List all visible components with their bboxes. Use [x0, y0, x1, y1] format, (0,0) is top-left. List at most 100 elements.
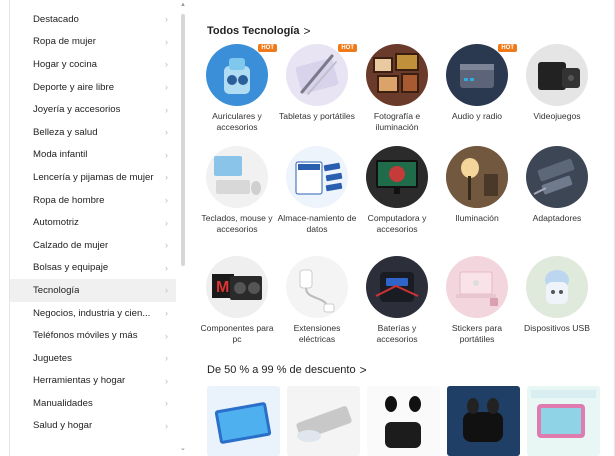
category-stickers[interactable]: Stickers para portátiles: [437, 256, 517, 345]
discount-title: De 50 % a 99 % de descuento: [207, 364, 356, 376]
adapter-icon: [526, 146, 588, 208]
category-almacenamiento[interactable]: Almace-namiento de datos: [277, 146, 357, 235]
hot-badge: HOT: [338, 44, 357, 52]
chevron-right-icon: ›: [165, 240, 168, 251]
game-console-icon: [526, 44, 588, 106]
sidebar-item-bolsas[interactable]: Bolsas y equipaje ›: [10, 257, 176, 280]
category-label: Auriculares y accesorios: [212, 111, 262, 132]
sidebar-item-label: Joyería y accesorios: [33, 104, 121, 116]
chevron-right-icon: ›: [165, 217, 168, 228]
kids-tablet-product-icon: [527, 386, 600, 456]
sidebar-item-calzado[interactable]: Calzado de mujer ›: [10, 234, 176, 257]
category-auriculares[interactable]: HOT Auriculares y accesorios: [197, 44, 277, 133]
sidebar-item-hogar-y-cocina[interactable]: Hogar y cocina ›: [10, 53, 176, 76]
category-videojuegos[interactable]: Videojuegos: [517, 44, 597, 122]
earbuds-icon: [206, 44, 268, 106]
sidebar-item-belleza[interactable]: Belleza y salud ›: [10, 121, 176, 144]
chevron-right-icon: ›: [165, 82, 168, 93]
power-strip-icon: [286, 256, 348, 318]
category-label: Stickers para portátiles: [451, 323, 503, 344]
graphics-card-icon: M: [206, 256, 268, 318]
sidebar-item-label: Negocios, industria y cien...: [33, 307, 151, 319]
gaming-earbuds-product-icon: [447, 386, 520, 456]
category-tabletas[interactable]: HOT Tabletas y portátiles: [277, 44, 357, 122]
chevron-right-icon: ›: [165, 308, 168, 319]
discount-title-link[interactable]: De 50 % a 99 % de descuento >: [207, 363, 367, 377]
sidebar-item-destacado[interactable]: Destacado ›: [10, 8, 176, 31]
hot-badge: HOT: [498, 44, 517, 52]
chevron-right-icon: ›: [165, 36, 168, 47]
stylus-tablet-icon: [286, 44, 348, 106]
sidebar-item-negocios[interactable]: Negocios, industria y cien... ›: [10, 302, 176, 325]
scroll-thumb[interactable]: [181, 14, 185, 266]
category-label: Computadora y accesorios: [367, 213, 427, 234]
sidebar-item-ropa-de-hombre[interactable]: Ropa de hombre ›: [10, 189, 176, 212]
sidebar-item-telefonos[interactable]: Teléfonos móviles y más ›: [10, 324, 176, 347]
sidebar-item-herramientas[interactable]: Herramientas y hogar ›: [10, 370, 176, 393]
category-adaptadores[interactable]: Adaptadores: [517, 146, 597, 224]
sidebar-item-automotriz[interactable]: Automotriz ›: [10, 211, 176, 234]
product-card[interactable]: [367, 386, 440, 456]
section-title-link[interactable]: Todos Tecnología >: [207, 24, 311, 38]
category-label: Almace-namiento de datos: [277, 213, 357, 234]
sidebar-item-label: Belleza y salud: [33, 126, 98, 138]
chevron-right-icon: ›: [165, 14, 168, 25]
sidebar-item-label: Teléfonos móviles y más: [33, 330, 138, 342]
category-label: Adaptadores: [532, 213, 582, 223]
chevron-right-icon: ›: [165, 420, 168, 431]
chevron-right-icon: ›: [165, 172, 168, 183]
scroll-down-icon[interactable]: ⌄: [180, 444, 186, 452]
sidebar-item-manualidades[interactable]: Manualidades ›: [10, 392, 176, 415]
category-componentes[interactable]: M Componentes para pc: [197, 256, 277, 345]
sidebar-item-deporte[interactable]: Deporte y aire libre ›: [10, 76, 176, 99]
storage-icon: [286, 146, 348, 208]
product-card[interactable]: [207, 386, 280, 456]
category-audio-radio[interactable]: HOT Audio y radio: [437, 44, 517, 122]
category-teclados[interactable]: Teclados, mouse y accesorios: [197, 146, 277, 235]
earbuds-product-icon: [367, 386, 440, 456]
tablet-product-icon: [207, 386, 280, 456]
sidebar-item-salud[interactable]: Salud y hogar ›: [10, 415, 176, 438]
sidebar-item-tecnologia[interactable]: Tecnología ›: [10, 279, 176, 302]
category-dispositivos-usb[interactable]: Dispositivos USB: [517, 256, 597, 334]
chevron-right-icon: ›: [165, 104, 168, 115]
laptop-sticker-icon: [446, 256, 508, 318]
product-card[interactable]: [527, 386, 600, 456]
svg-text:M: M: [216, 279, 229, 296]
category-iluminacion[interactable]: Iluminación: [437, 146, 517, 224]
category-extensiones[interactable]: Extensiones eléctricas: [277, 256, 357, 345]
chevron-right-icon: ›: [165, 285, 168, 296]
sidebar-item-joyeria[interactable]: Joyería y accesorios ›: [10, 98, 176, 121]
category-label: Audio y radio: [451, 111, 503, 121]
sidebar-item-lenceria[interactable]: Lencería y pijamas de mujer ›: [10, 166, 176, 189]
sidebar-item-label: Moda infantil: [33, 149, 88, 161]
product-card[interactable]: [447, 386, 520, 456]
category-fotografia[interactable]: Fotografía e iluminación: [357, 44, 437, 133]
category-label: Tabletas y portátiles: [279, 111, 355, 121]
hot-badge: HOT: [258, 44, 277, 52]
sidebar-item-label: Salud y hogar: [33, 420, 93, 432]
chevron-right-icon: >: [303, 24, 311, 38]
category-baterias[interactable]: Baterías y accesorios: [357, 256, 437, 345]
sidebar-item-label: Lencería y pijamas de mujer: [33, 171, 154, 183]
category-label: Videojuegos: [533, 111, 581, 121]
category-label: Iluminación: [455, 213, 499, 223]
sidebar-item-label: Tecnología: [33, 284, 80, 296]
sidebar-item-juguetes[interactable]: Juguetes ›: [10, 347, 176, 370]
monitor-icon: [366, 146, 428, 208]
category-panel: Todos Tecnología > HOT Auriculares y acc…: [186, 0, 615, 456]
sidebar-item-label: Juguetes: [33, 352, 72, 364]
chevron-right-icon: ›: [165, 127, 168, 138]
product-card[interactable]: [287, 386, 360, 456]
sidebar-item-label: Ropa de hombre: [33, 194, 105, 206]
sidebar-item-label: Herramientas y hogar: [33, 375, 126, 387]
category-computadora[interactable]: Computadora y accesorios: [357, 146, 437, 235]
category-label: Extensiones eléctricas: [293, 323, 341, 344]
sidebar-item-moda-infantil[interactable]: Moda infantil ›: [10, 144, 176, 167]
sidebar-item-label: Hogar y cocina: [33, 58, 97, 70]
sidebar-item-label: Automotriz: [33, 217, 79, 229]
chevron-right-icon: ›: [165, 375, 168, 386]
usb-humidifier-icon: [526, 256, 588, 318]
mini-pc-icon: [446, 44, 508, 106]
sidebar-item-ropa-de-mujer[interactable]: Ropa de mujer ›: [10, 31, 176, 54]
